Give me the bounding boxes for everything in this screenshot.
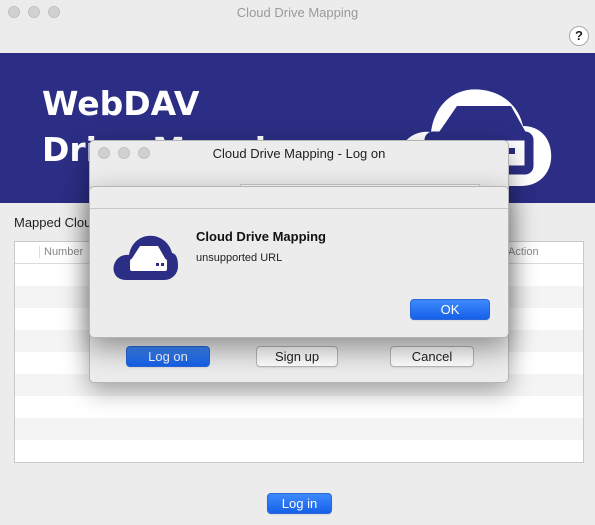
title-bar: Cloud Drive Mapping	[0, 0, 595, 24]
help-button[interactable]: ?	[569, 26, 589, 46]
alert-message: unsupported URL	[196, 252, 283, 264]
window-title: Cloud Drive Mapping	[236, 5, 359, 20]
column-number[interactable]: Number	[39, 246, 83, 258]
cloud-drive-icon	[113, 235, 178, 280]
signup-button[interactable]: Sign up	[256, 346, 338, 367]
ok-button[interactable]: OK	[410, 299, 490, 320]
logon-dialog-title: Cloud Drive Mapping - Log on	[212, 146, 386, 161]
logon-button[interactable]: Log on	[126, 346, 210, 367]
banner-title-line1: WebDAV	[42, 84, 200, 123]
table-row[interactable]	[15, 418, 583, 440]
login-button[interactable]: Log in	[267, 493, 332, 514]
alert-header-strip	[90, 187, 508, 209]
alert-title: Cloud Drive Mapping	[196, 229, 326, 244]
table-row[interactable]	[15, 396, 583, 418]
error-alert: Cloud Drive Mapping unsupported URL OK	[89, 186, 509, 338]
cancel-button[interactable]: Cancel	[390, 346, 474, 367]
toolbar	[0, 24, 595, 53]
table-row[interactable]	[15, 440, 583, 462]
